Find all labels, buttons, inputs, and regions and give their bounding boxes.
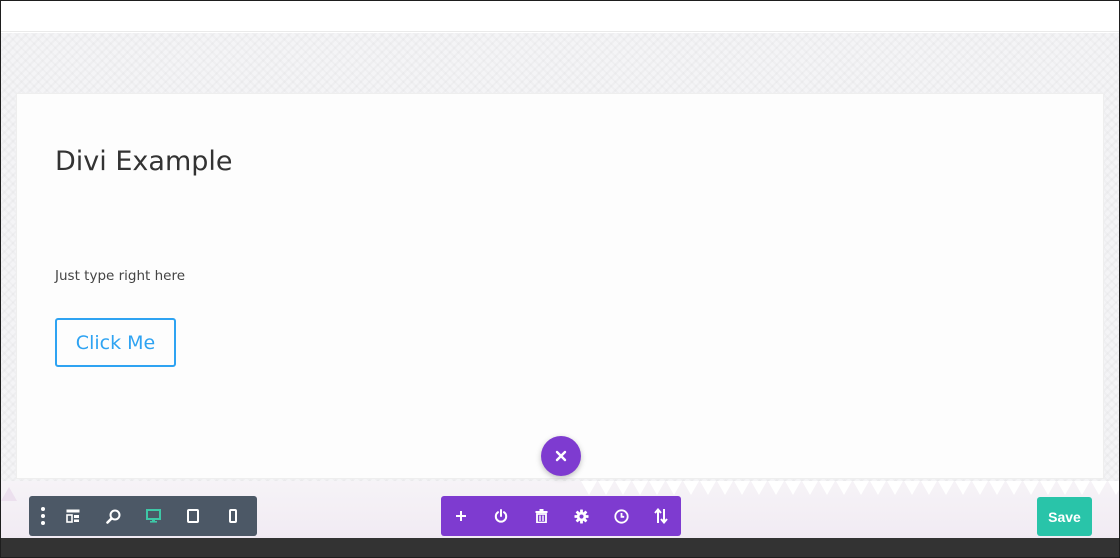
sort-button[interactable] <box>641 496 681 536</box>
portability-button[interactable] <box>481 496 521 536</box>
settings-menu-button[interactable] <box>33 496 53 536</box>
divider-triangle <box>581 481 597 495</box>
power-icon <box>494 509 508 523</box>
divider-triangle <box>1057 481 1073 495</box>
divider-triangle <box>904 481 920 495</box>
builder-viewport: Divi Example Just type right here Click … <box>0 0 1120 558</box>
desktop-icon <box>145 509 161 523</box>
wireframe-mode-button[interactable] <box>53 496 93 536</box>
divider-triangle <box>921 481 937 495</box>
tablet-icon <box>187 509 199 523</box>
phone-icon <box>229 509 237 523</box>
divider-triangle <box>1108 481 1119 495</box>
divider-triangle <box>853 481 869 495</box>
divider-triangle <box>819 481 835 495</box>
divider-triangle <box>666 481 682 495</box>
body-text[interactable]: Just type right here <box>55 268 185 284</box>
divider-triangle <box>1091 481 1107 495</box>
site-header <box>1 1 1119 32</box>
wireframe-icon <box>66 509 80 523</box>
divider-triangle <box>1074 481 1090 495</box>
add-button[interactable] <box>441 496 481 536</box>
clear-layout-button[interactable] <box>521 496 561 536</box>
divider-triangle <box>700 481 716 495</box>
divider-triangle <box>887 481 903 495</box>
divider-triangle <box>836 481 852 495</box>
page-settings-button[interactable] <box>561 496 601 536</box>
divider-triangle <box>615 481 631 495</box>
divider-triangle <box>972 481 988 495</box>
divider-triangle <box>598 481 614 495</box>
save-button[interactable]: Save <box>1037 497 1092 536</box>
phone-view-button[interactable] <box>213 496 253 536</box>
add-icon <box>456 511 466 521</box>
divider-triangle <box>989 481 1005 495</box>
menu-icon <box>41 507 45 525</box>
close-builder-button[interactable] <box>541 436 581 476</box>
zoom-icon <box>105 509 120 524</box>
divider-triangle <box>1040 481 1056 495</box>
divider-triangle <box>717 481 733 495</box>
page-title[interactable]: Divi Example <box>55 146 233 177</box>
divider-triangle <box>649 481 665 495</box>
close-icon <box>555 450 567 462</box>
divider-triangle <box>870 481 886 495</box>
sort-icon <box>654 508 668 524</box>
content-section[interactable]: Divi Example Just type right here Click … <box>16 93 1104 479</box>
divider-triangle <box>632 481 648 495</box>
history-button[interactable] <box>601 496 641 536</box>
divider-triangle <box>734 481 750 495</box>
divider-triangle <box>683 481 699 495</box>
divider-triangle <box>802 481 818 495</box>
click-me-button[interactable]: Click Me <box>55 318 176 367</box>
divider-triangle <box>751 481 767 495</box>
tablet-view-button[interactable] <box>173 496 213 536</box>
zoom-button[interactable] <box>93 496 133 536</box>
desktop-view-button[interactable] <box>133 496 173 536</box>
divider-triangle <box>955 481 971 495</box>
page-settings-toolbar <box>441 496 681 536</box>
browser-bottom-bar <box>1 538 1119 557</box>
divider-triangle <box>785 481 801 495</box>
settings-icon <box>573 508 589 524</box>
divider-triangle <box>1023 481 1039 495</box>
trash-icon <box>535 509 547 523</box>
history-icon <box>613 508 629 524</box>
divider-triangle <box>1006 481 1022 495</box>
divider-triangle <box>938 481 954 495</box>
divider-triangle <box>768 481 784 495</box>
view-mode-toolbar <box>29 496 257 536</box>
